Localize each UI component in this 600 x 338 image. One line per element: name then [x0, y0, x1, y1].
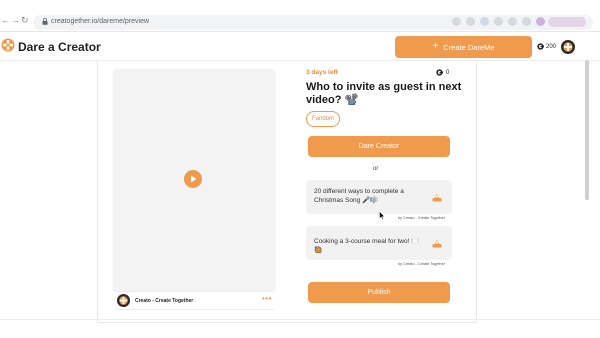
extension-icon[interactable]: [494, 17, 503, 26]
or-separator: or: [373, 166, 379, 172]
extension-icon[interactable]: [480, 17, 489, 26]
arrow-right-icon[interactable]: →: [11, 15, 20, 25]
coin-balance: 200: [546, 44, 557, 50]
publish-button[interactable]: Publish: [308, 282, 450, 303]
vote-icon[interactable]: [432, 238, 442, 248]
creator-avatar[interactable]: [117, 294, 130, 307]
brand-title[interactable]: Dare a Creator: [18, 40, 101, 54]
user-avatar[interactable]: [561, 40, 575, 54]
extension-icon[interactable]: [452, 17, 461, 26]
creato-logo-icon[interactable]: [1, 38, 15, 52]
create-dareme-button[interactable]: + Create DareMe: [395, 36, 532, 58]
dare-option-text: Cooking a 3-course meal for two! 🍽️🥘: [314, 238, 420, 254]
extension-icon[interactable]: [508, 17, 517, 26]
dare-creator-button[interactable]: Dare Creator: [308, 136, 450, 157]
extension-icon[interactable]: [536, 17, 545, 26]
lock-icon: [42, 18, 48, 25]
option-author: by Creato - Create Together: [398, 216, 445, 220]
create-dareme-label: Create DareMe: [443, 42, 495, 52]
dare-option-text: 20 different ways to complete a Christma…: [314, 188, 404, 204]
dare-option-2[interactable]: Cooking a 3-course meal for two! 🍽️🥘: [306, 226, 452, 260]
creator-name[interactable]: Creato - Create Together: [135, 298, 193, 304]
vote-icon[interactable]: [432, 192, 442, 202]
days-left-label: 3 days left: [306, 69, 338, 76]
profile-pill[interactable]: [548, 17, 586, 27]
dare-option-1[interactable]: 20 different ways to complete a Christma…: [306, 180, 452, 214]
extension-icon[interactable]: [466, 17, 475, 26]
coin-icon: [537, 43, 544, 50]
dare-coin-count: 0: [446, 70, 450, 76]
extension-icon[interactable]: [522, 17, 531, 26]
dare-question: Who to invite as guest in next video? 📽️: [306, 81, 462, 106]
arrow-left-icon[interactable]: ←: [1, 15, 10, 25]
more-options-icon[interactable]: •••: [262, 295, 272, 303]
url-text[interactable]: creatogether.io/dareme/preview: [51, 17, 149, 27]
play-icon: [190, 175, 196, 183]
option-author: by Creato - Create Together: [398, 262, 445, 266]
scrollbar[interactable]: [585, 60, 589, 200]
reload-icon[interactable]: ↻: [21, 15, 29, 25]
mouse-cursor-icon: [379, 211, 385, 220]
divider: [0, 319, 600, 320]
play-button[interactable]: [184, 170, 202, 188]
coin-icon: [436, 69, 443, 76]
plus-icon: +: [432, 41, 439, 52]
category-tag[interactable]: Fandom: [306, 111, 341, 127]
